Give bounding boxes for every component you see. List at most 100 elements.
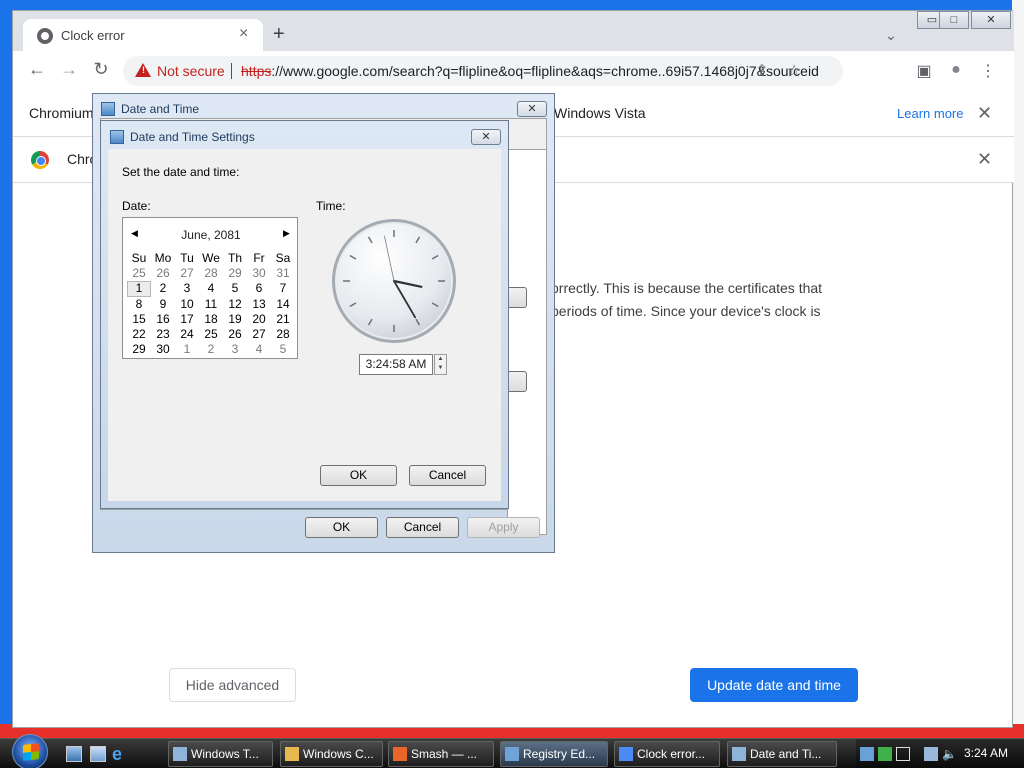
close-window-button[interactable]: ✕ — [971, 11, 1011, 29]
calendar-day[interactable]: 14 — [271, 297, 295, 312]
calendar-day[interactable]: 28 — [271, 327, 295, 342]
calendar-day[interactable]: 30 — [247, 266, 271, 281]
calendar-day[interactable]: 29 — [127, 342, 151, 357]
calendar-day[interactable]: 9 — [151, 297, 175, 312]
share-icon[interactable]: ⇪ — [751, 61, 773, 81]
side-panel-icon[interactable]: ▣ — [913, 61, 935, 81]
reload-icon[interactable]: ↻ — [89, 59, 113, 80]
calendar-day[interactable]: 27 — [175, 266, 199, 281]
calendar-day[interactable]: 26 — [223, 327, 247, 342]
menu-icon[interactable]: ⋮ — [977, 61, 999, 81]
calendar-day[interactable]: 8 — [127, 297, 151, 312]
calendar-day[interactable]: 7 — [271, 281, 295, 296]
back-icon[interactable]: ← — [25, 59, 49, 80]
url-text[interactable]: https://www.google.com/search?q=flipline… — [241, 63, 831, 79]
spin-up-icon[interactable]: ▲ — [435, 355, 446, 364]
calendar-day[interactable]: 1 — [175, 342, 199, 357]
calendar-day[interactable]: 25 — [199, 327, 223, 342]
address-bar[interactable]: ! Not secure https://www.google.com/sear… — [123, 56, 843, 86]
calendar-day[interactable]: 19 — [223, 312, 247, 327]
calendar-day[interactable]: 3 — [223, 342, 247, 357]
taskbar-button[interactable]: Date and Ti... — [727, 741, 837, 767]
spin-down-icon[interactable]: ▼ — [435, 364, 446, 373]
switch-windows-icon[interactable] — [90, 746, 106, 762]
tray-monitor-icon[interactable] — [924, 747, 938, 761]
calendar-day[interactable]: 25 — [127, 266, 151, 281]
date-time-close-button[interactable]: ✕ — [517, 101, 547, 117]
calendar-day[interactable]: 31 — [271, 266, 295, 281]
infobar-close-icon[interactable]: ✕ — [977, 103, 992, 124]
settings-close-button[interactable]: ✕ — [471, 129, 501, 145]
forward-icon[interactable]: → — [57, 59, 81, 80]
calendar-day[interactable]: 28 — [199, 266, 223, 281]
date-time-cancel-button[interactable]: Cancel — [386, 517, 459, 538]
learn-more-link[interactable]: Learn more — [897, 106, 963, 121]
calendar-day[interactable]: 21 — [271, 312, 295, 327]
profile-avatar-icon[interactable]: ● — [945, 61, 967, 79]
new-tab-button[interactable]: + — [273, 23, 285, 46]
tab-clock-error[interactable]: Clock error × — [23, 19, 263, 53]
update-date-time-button[interactable]: Update date and time — [690, 668, 858, 702]
bookmark-star-icon[interactable]: ☆ — [783, 61, 805, 81]
calendar-weekday: Th — [227, 251, 242, 265]
date-time-apply-button[interactable]: Apply — [467, 517, 540, 538]
calendar-day[interactable]: 16 — [151, 312, 175, 327]
calendar-day[interactable]: 4 — [199, 281, 223, 296]
calendar-next-icon[interactable]: ▶ — [283, 228, 290, 239]
calendar-day[interactable]: 23 — [151, 327, 175, 342]
tab-close-icon[interactable]: × — [239, 25, 248, 43]
calendar-prev-icon[interactable]: ◀ — [131, 228, 138, 239]
calendar-day[interactable]: 15 — [127, 312, 151, 327]
taskbar-button[interactable]: Clock error... — [614, 741, 720, 767]
calendar-day[interactable]: 18 — [199, 312, 223, 327]
calendar-day[interactable]: 6 — [247, 281, 271, 296]
tray-app-icon[interactable] — [878, 747, 892, 761]
warning-mark: ! — [142, 65, 145, 75]
calendar-day[interactable]: 26 — [151, 266, 175, 281]
clock-tick — [349, 254, 357, 260]
clock-tick — [431, 254, 439, 260]
settings-ok-button[interactable]: OK — [320, 465, 397, 486]
time-input[interactable]: 3:24:58 AM — [359, 354, 433, 375]
tray-network-icon[interactable] — [860, 747, 874, 761]
internet-explorer-icon[interactable]: e — [112, 745, 128, 763]
calendar-day[interactable]: 5 — [223, 281, 247, 296]
calendar-day-selected[interactable]: 1 — [127, 281, 151, 297]
calendar-day[interactable]: 3 — [175, 281, 199, 296]
calendar-day[interactable]: 12 — [223, 297, 247, 312]
taskbar-button[interactable]: Smash — ... — [388, 741, 494, 767]
calendar-day[interactable]: 10 — [175, 297, 199, 312]
calendar-day[interactable]: 29 — [223, 266, 247, 281]
calendar-day[interactable]: 5 — [271, 342, 295, 357]
show-desktop-icon[interactable] — [66, 746, 82, 762]
calendar-day[interactable]: 4 — [247, 342, 271, 357]
settings-cancel-button[interactable]: Cancel — [409, 465, 486, 486]
calendar-day[interactable]: 11 — [199, 297, 223, 312]
tray-clock[interactable]: 3:24 AM — [964, 746, 1008, 760]
hide-advanced-button[interactable]: Hide advanced — [169, 668, 296, 702]
start-button[interactable] — [12, 734, 48, 768]
calendar-day[interactable]: 22 — [127, 327, 151, 342]
speaker-muted-icon[interactable]: 🔈 — [942, 747, 957, 761]
infobar2-close-icon[interactable]: ✕ — [977, 149, 992, 170]
taskbar-button[interactable]: Windows C... — [280, 741, 383, 767]
analog-clock — [332, 219, 456, 343]
taskbar-button[interactable]: Registry Ed... — [500, 741, 608, 767]
calendar-day[interactable]: 2 — [199, 342, 223, 357]
tab-search-icon[interactable]: ⌄ — [885, 27, 897, 44]
calendar-day[interactable]: 2 — [151, 281, 175, 296]
calendar[interactable]: June, 2081 ◀ ▶ Su Mo Tu We Th Fr Sa 25 26 27 28 29 3… — [122, 217, 298, 359]
tray-window-icon[interactable] — [896, 747, 910, 761]
calendar-day[interactable]: 13 — [247, 297, 271, 312]
desktop-background-left — [0, 0, 12, 740]
calendar-day[interactable]: 30 — [151, 342, 175, 357]
calendar-day[interactable]: 24 — [175, 327, 199, 342]
time-spinner[interactable]: ▲ ▼ — [434, 354, 447, 375]
calendar-day[interactable]: 20 — [247, 312, 271, 327]
date-time-ok-button[interactable]: OK — [305, 517, 378, 538]
taskbar-button[interactable]: Windows T... — [168, 741, 273, 767]
calendar-day[interactable]: 27 — [247, 327, 271, 342]
maximize-button[interactable]: □ — [939, 11, 969, 29]
security-label[interactable]: Not secure — [157, 63, 225, 79]
calendar-day[interactable]: 17 — [175, 312, 199, 327]
